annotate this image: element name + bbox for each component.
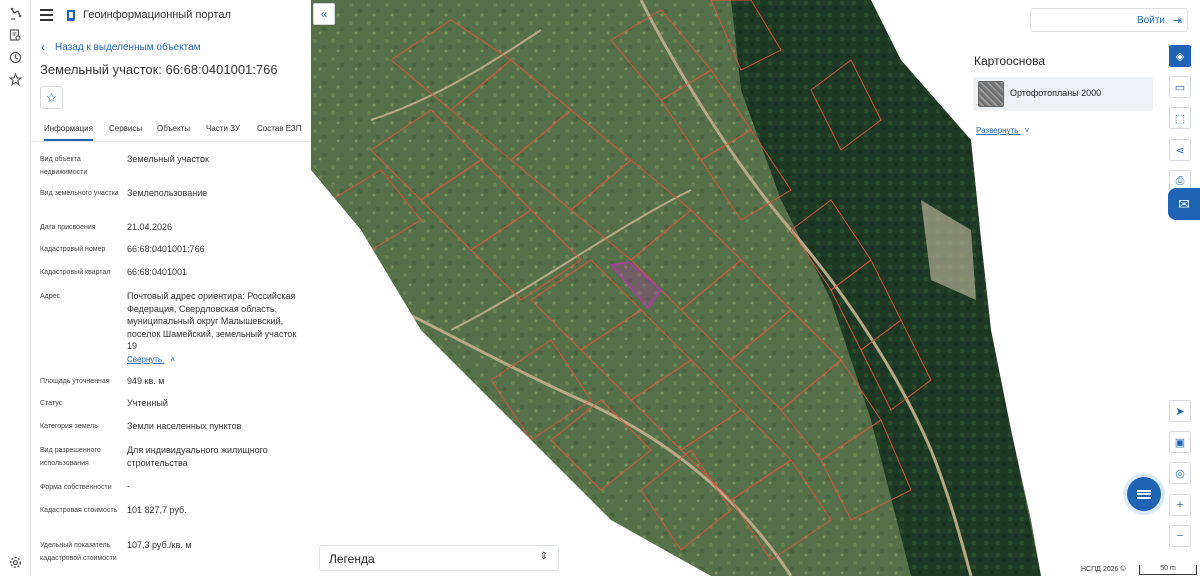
legend-label: Легенда <box>329 552 375 566</box>
share-button[interactable]: ⋖ <box>1169 139 1191 161</box>
collapse-panel-button[interactable]: « <box>313 3 335 25</box>
star-icon[interactable] <box>8 72 23 87</box>
login-icon: ⇥ <box>1172 15 1182 27</box>
orthophoto-thumbnail <box>978 81 1004 107</box>
back-link-label: Назад к выделенным объектам <box>55 41 201 53</box>
object-title: Земельный участок: 66:68:0401001:766 <box>40 62 278 77</box>
back-to-selected-link[interactable]: ‹ Назад к выделенным объектам <box>41 40 201 54</box>
chevron-down-icon: ˅ <box>1024 126 1030 135</box>
select-area-button[interactable]: ⬚ <box>1169 107 1191 129</box>
layers-panel-button[interactable]: ◈ <box>1169 45 1191 67</box>
field-value-land-category: Земли населенных пунктов <box>127 421 242 431</box>
legend-bar[interactable]: Легенда ⇕ <box>319 545 559 571</box>
map-view-button[interactable]: ▣ <box>1169 431 1191 453</box>
navigation-icon: ➤ <box>1175 405 1185 418</box>
layers-panel-icon: ◈ <box>1175 50 1185 63</box>
tab-objects[interactable]: Объекты <box>157 124 190 133</box>
panel-tabs: Информация Сервисы Объекты Части ЗУ Сост… <box>31 116 311 142</box>
basemap-panel: Картооснова Ортофотопланы 2000 Развернут… <box>963 40 1161 160</box>
expand-basemaps-link[interactable]: Развернуть ˅ <box>976 126 1029 135</box>
field-value-object-type: Земельный участок <box>127 154 209 164</box>
tab-information[interactable]: Информация <box>44 124 93 141</box>
field-label-unit-cost: Удельный показатель кадастровой стоимост… <box>40 542 117 562</box>
field-value-status: Учтенный <box>127 398 168 408</box>
login-button[interactable]: Войти ⇥ <box>1030 8 1188 32</box>
tab-services[interactable]: Сервисы <box>109 124 142 133</box>
field-label-cadastral-cost: Кадастровая стоимость <box>40 507 118 514</box>
portal-logo-icon <box>65 9 77 22</box>
field-value-permitted-use: Для индивидуального жилищного строительс… <box>127 445 268 468</box>
field-label-land-category: Категория земель <box>40 423 98 430</box>
favorite-button[interactable]: ☆ <box>40 86 63 109</box>
object-info-panel: Геоинформационный портал ‹ Назад к выдел… <box>31 0 311 576</box>
ruler-icon: ▭ <box>1174 81 1186 94</box>
tab-parcel-parts[interactable]: Части ЗУ <box>206 124 240 133</box>
field-value-date: 21.04.2026 <box>127 222 173 232</box>
field-label-cadastral-quarter: Кадастровый квартал <box>40 269 111 276</box>
zoom-out-button[interactable]: − <box>1169 525 1191 547</box>
settings-icon[interactable] <box>8 555 23 570</box>
zoom-in-button[interactable]: + <box>1169 494 1191 516</box>
field-value-cadastral-cost: 101 827,7 руб. <box>127 505 187 515</box>
navigation-button[interactable]: ➤ <box>1169 400 1191 422</box>
chevron-up-icon: ˄ <box>170 355 175 364</box>
field-label-status: Статус <box>40 400 63 407</box>
select-area-icon: ⬚ <box>1174 112 1186 125</box>
field-value-address: Почтовый адрес ориентира: Российская Фед… <box>127 291 297 351</box>
field-value-area: 949 кв. м <box>127 376 165 386</box>
field-value-cadastral-number: 66:68:0401001:766 <box>127 244 205 254</box>
list-icon <box>1137 488 1151 500</box>
map-view-icon: ▣ <box>1174 436 1186 449</box>
field-label-date: Дата присвоения <box>40 224 96 231</box>
star-outline-icon: ☆ <box>45 89 58 105</box>
print-icon: ⎙ <box>1175 174 1185 187</box>
expand-label: Развернуть <box>976 126 1019 135</box>
field-label-cadastral-number: Кадастровый номер <box>40 246 106 253</box>
tab-ezp-composition[interactable]: Состав ЕЗП <box>257 124 301 133</box>
field-value-land-kind: Землепользование <box>127 188 208 198</box>
field-label-permitted-use: Вид разрешенного использования <box>40 447 101 467</box>
panel-header: Геоинформационный портал <box>31 0 311 32</box>
portal-title: Геоинформационный портал <box>83 9 231 21</box>
locate-button[interactable]: ◎ <box>1169 462 1191 484</box>
collapse-address-link[interactable]: Свернуть ˄ <box>127 355 175 364</box>
scale-bar: 50 m <box>1139 565 1197 575</box>
collapse-label: Свернуть <box>127 355 163 364</box>
field-value-cadastral-quarter: 66:68:0401001 <box>127 267 188 277</box>
field-label-ownership: Форма собственности <box>40 484 112 491</box>
document-search-icon[interactable] <box>8 28 23 43</box>
left-rail <box>0 0 31 576</box>
basemap-option-label: Ортофотопланы 2000 <box>1010 88 1102 98</box>
basemap-option-orthophoto[interactable]: Ортофотопланы 2000 <box>973 77 1153 111</box>
chat-icon: ✉ <box>1178 195 1190 212</box>
chat-button[interactable]: ✉ <box>1168 188 1200 220</box>
chevron-left-icon: ‹ <box>41 40 45 54</box>
menu-icon[interactable] <box>40 9 53 21</box>
field-value-unit-cost: 107,3 руб./кв. м <box>127 540 192 550</box>
basemap-header: Картооснова <box>974 54 1045 68</box>
zoom-in-icon: + <box>1176 499 1184 511</box>
history-icon[interactable] <box>8 50 23 65</box>
double-chevron-left-icon: « <box>320 7 328 21</box>
zoom-out-icon: − <box>1176 530 1184 542</box>
field-label-land-kind: Вид земельного участка <box>40 190 119 197</box>
layers-icon[interactable] <box>8 6 23 21</box>
share-icon: ⋖ <box>1175 144 1185 157</box>
locate-icon: ◎ <box>1175 467 1185 480</box>
field-label-object-type: Вид объекта недвижимости <box>40 156 88 176</box>
map-canvas[interactable]: « Войти ⇥ Картооснова Ортофотопланы 2000… <box>311 0 1200 576</box>
expand-collapse-icon: ⇕ <box>539 551 548 562</box>
field-label-address: Адрес <box>40 293 61 300</box>
login-label: Войти <box>1137 15 1165 26</box>
field-label-area: Площадь уточненная <box>40 378 110 385</box>
ruler-button[interactable]: ▭ <box>1169 76 1191 98</box>
chat-fab-button[interactable] <box>1127 477 1161 511</box>
field-value-ownership: - <box>127 481 130 491</box>
map-attribution: НСПД 2026 © <box>1079 566 1128 573</box>
